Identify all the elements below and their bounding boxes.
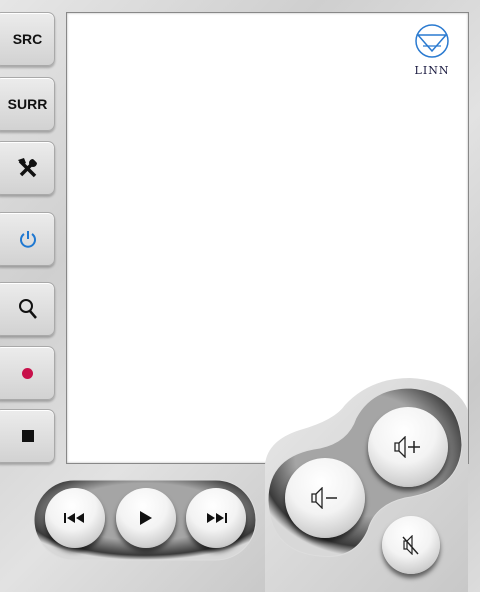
mute-icon xyxy=(402,535,419,555)
volume-up-icon xyxy=(394,436,420,458)
previous-button[interactable] xyxy=(45,488,105,548)
volume-down-button[interactable] xyxy=(285,458,365,538)
play-button[interactable] xyxy=(116,488,176,548)
volume-down-icon xyxy=(311,487,337,509)
play-icon xyxy=(140,511,152,525)
mute-button[interactable] xyxy=(382,516,440,574)
next-button[interactable] xyxy=(186,488,246,548)
volume-up-button[interactable] xyxy=(368,407,448,487)
previous-icon xyxy=(64,513,84,523)
next-icon xyxy=(207,513,227,523)
